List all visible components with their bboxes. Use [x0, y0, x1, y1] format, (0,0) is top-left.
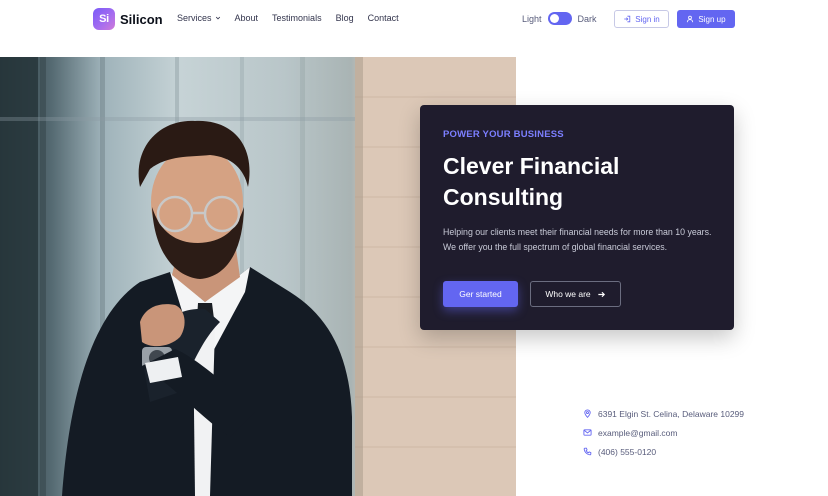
nav-item-label: About — [234, 13, 259, 23]
sign-in-icon — [624, 15, 631, 23]
hero-title: Clever Financial Consulting — [443, 151, 711, 213]
nav-item-label: Testimonials — [272, 13, 322, 23]
toggle-knob — [549, 14, 559, 23]
main-nav: Services About Testimonials Blog Contact — [177, 13, 413, 23]
nav-item-blog[interactable]: Blog — [336, 13, 354, 23]
hero-actions: Ger started Who we are — [443, 281, 621, 307]
contact-phone: (406) 555-0120 — [583, 442, 744, 461]
nav-item-contact[interactable]: Contact — [368, 13, 399, 23]
theme-toggle[interactable] — [547, 12, 572, 25]
address-text: 6391 Elgin St. Celina, Delaware 10299 — [598, 408, 745, 419]
nav-item-services[interactable]: Services — [177, 13, 221, 23]
sign-in-button[interactable]: Sign in — [614, 10, 669, 28]
hero-title-line1: Clever Financial — [443, 153, 620, 179]
get-started-button[interactable]: Ger started — [443, 281, 518, 307]
contact-address: 6391 Elgin St. Celina, Delaware 10299 — [583, 404, 744, 423]
hero-title-line2: Consulting — [443, 184, 564, 210]
phone-icon — [583, 447, 592, 456]
contact-info: 6391 Elgin St. Celina, Delaware 10299 ex… — [583, 404, 744, 461]
hero-card: POWER YOUR BUSINESS Clever Financial Con… — [420, 105, 734, 330]
who-we-are-button[interactable]: Who we are — [530, 281, 621, 307]
sign-up-label: Sign up — [698, 14, 726, 24]
nav-item-label: Services — [177, 13, 212, 23]
hero-eyebrow: POWER YOUR BUSINESS — [443, 129, 564, 140]
chevron-down-icon — [215, 16, 220, 20]
sign-in-label: Sign in — [635, 14, 660, 24]
hero-description: Helping our clients meet their financial… — [443, 227, 712, 252]
who-we-are-label: Who we are — [545, 289, 591, 299]
map-pin-icon — [584, 409, 591, 418]
nav-item-label: Blog — [335, 13, 354, 23]
contact-email: example@gmail.com — [583, 423, 744, 442]
nav-item-label: Contact — [367, 13, 399, 23]
arrow-right-icon — [598, 291, 605, 297]
nav-item-testimonials[interactable]: Testimonials — [272, 13, 322, 23]
user-icon — [687, 15, 694, 23]
sign-up-button[interactable]: Sign up — [677, 10, 735, 28]
mode-dark-label: Dark — [577, 13, 597, 24]
phone-text[interactable]: (406) 555-0120 — [598, 447, 656, 457]
brand-logo[interactable]: Si Silicon — [93, 8, 163, 30]
site-header: Si Silicon Services About Testimonials B… — [0, 0, 828, 38]
get-started-label: Ger started — [459, 289, 502, 299]
email-text[interactable]: example@gmail.com — [598, 428, 678, 438]
nav-item-about[interactable]: About — [235, 13, 259, 23]
mail-icon — [583, 429, 592, 436]
brand-name: Silicon — [120, 11, 163, 27]
mode-light-label: Light — [522, 13, 542, 24]
theme-mode-switch: Light Dark — [522, 12, 597, 25]
logo-mark: Si — [93, 8, 115, 30]
